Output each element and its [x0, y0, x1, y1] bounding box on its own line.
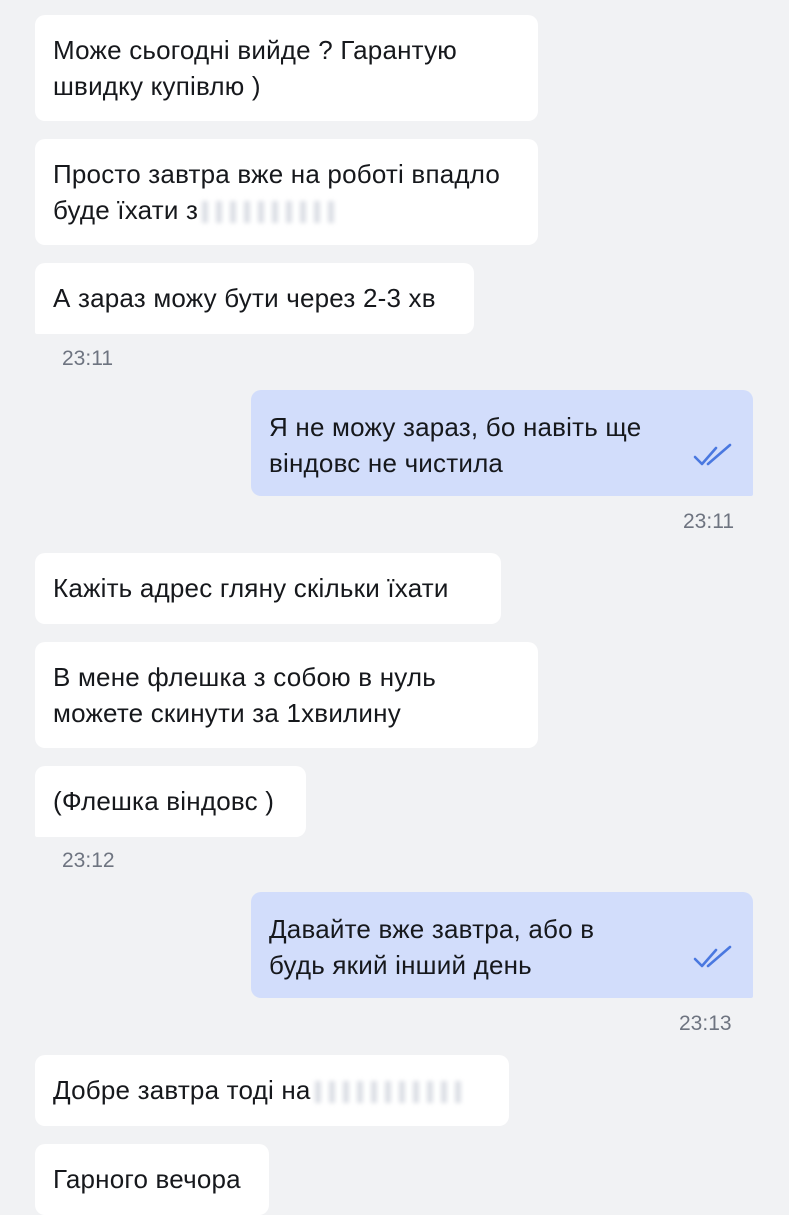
- outgoing-message[interactable]: Давайте вже завтра, або в будь який інши…: [251, 892, 753, 998]
- message-time: 23:13: [679, 1012, 732, 1035]
- redacted-text: [202, 201, 343, 224]
- redacted-text: [314, 1081, 465, 1104]
- message-text: А зараз можу бути через 2-3 хв: [53, 283, 436, 313]
- outgoing-message[interactable]: Я не можу зараз, бо навіть ще віндовс не…: [251, 390, 753, 496]
- message-text: Кажіть адрес гляну скільки їхати: [53, 573, 449, 603]
- message-text: Гарного вечора: [53, 1164, 241, 1194]
- message-time: 23:11: [683, 510, 734, 533]
- message-text: Я не можу зараз, бо навіть ще віндовс не…: [269, 412, 642, 478]
- incoming-message[interactable]: А зараз можу бути через 2-3 хв: [35, 263, 474, 334]
- incoming-message[interactable]: (Флешка віндовс ): [35, 766, 306, 837]
- message-time: 23:12: [62, 849, 115, 872]
- chat-thread: Може сьогодні вийде ? Гарантую швидку ку…: [0, 0, 789, 1215]
- incoming-message[interactable]: Може сьогодні вийде ? Гарантую швидку ку…: [35, 15, 538, 121]
- incoming-message[interactable]: В мене флешка з собою в нуль можете скин…: [35, 642, 538, 748]
- incoming-message[interactable]: Гарного вечора: [35, 1144, 269, 1215]
- message-text: В мене флешка з собою в нуль можете скин…: [53, 662, 436, 728]
- incoming-message[interactable]: Добре завтра тоді на: [35, 1055, 509, 1126]
- message-text: Може сьогодні вийде ? Гарантую швидку ку…: [53, 35, 457, 101]
- message-text: Добре завтра тоді на: [53, 1075, 311, 1105]
- double-check-icon: [693, 945, 732, 968]
- incoming-message[interactable]: Просто завтра вже на роботі впадло буде …: [35, 139, 538, 245]
- double-check-icon: [693, 443, 732, 466]
- message-text: (Флешка віндовс ): [53, 786, 275, 816]
- incoming-message[interactable]: Кажіть адрес гляну скільки їхати: [35, 553, 501, 624]
- message-time: 23:11: [62, 347, 113, 370]
- message-text: Давайте вже завтра, або в будь який інши…: [269, 914, 595, 980]
